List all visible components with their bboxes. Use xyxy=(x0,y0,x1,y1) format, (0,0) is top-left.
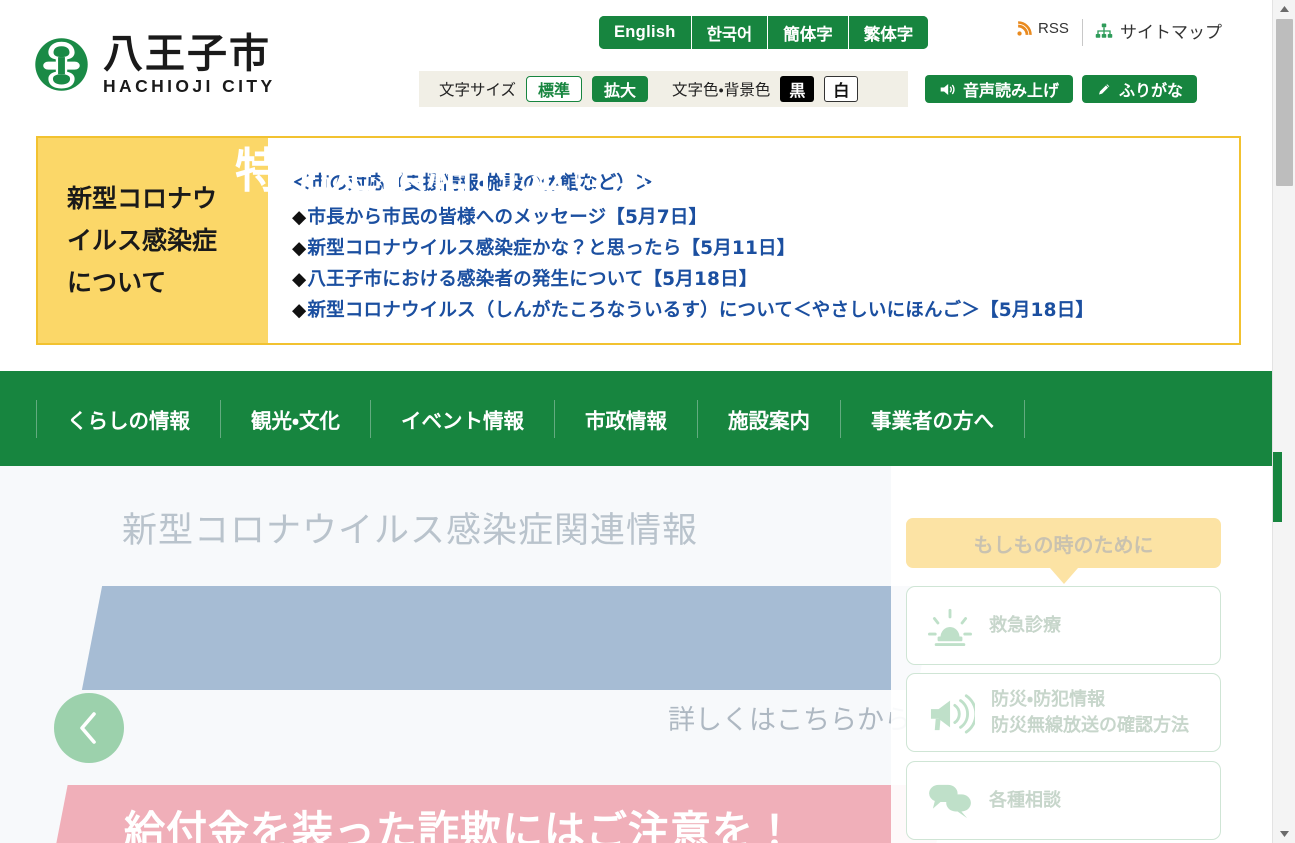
covid-link-symptoms[interactable]: ◆新型コロナウイルス感染症かな？と思ったら【5月11日】 xyxy=(292,233,1239,264)
side-card-label: 救急診療 xyxy=(989,614,1061,636)
text-to-speech-button[interactable]: 音声読み上げ xyxy=(925,75,1074,103)
covid-link-easy-japanese[interactable]: ◆新型コロナウイルス（しんがたころなういるす）について＜やさしいにほんご＞【5月… xyxy=(292,295,1239,326)
font-size-large-button[interactable]: 拡大 xyxy=(592,76,649,102)
font-size-label: 文字サイズ xyxy=(439,81,517,99)
emergency-light-icon xyxy=(928,608,972,646)
language-switcher[interactable]: English 한국어 簡体字 繁体字 xyxy=(599,16,929,49)
side-card-consultation[interactable]: 各種相談 xyxy=(906,761,1221,840)
hero-title-main: 特別定額給付金 xyxy=(235,144,571,199)
side-card-disaster-info[interactable]: 防災・防犯情報 防災無線放送の確認方法 xyxy=(906,673,1221,752)
covid-link-mayor-message[interactable]: ◆市長から市民の皆様へのメッセージ【5月7日】 xyxy=(292,202,1239,233)
triangle-down-icon xyxy=(1280,831,1289,837)
hero-subtitle: 新型コロナウイルス感染症関連情報 xyxy=(122,511,699,551)
nav-item-jigyosha[interactable]: 事業者の方へ xyxy=(841,404,1024,434)
scroll-down-button[interactable] xyxy=(1273,825,1295,843)
language-button-korean[interactable]: 한국어 xyxy=(691,16,769,49)
language-button-english[interactable]: English xyxy=(599,16,692,49)
global-navigation: くらしの情報 観光・文化 イベント情報 市政情報 施設案内 事業者の方へ xyxy=(0,371,1272,466)
text-to-speech-label: 音声読み上げ xyxy=(963,81,1060,100)
hero-title: 特別定額給付金について xyxy=(235,132,702,201)
header-divider xyxy=(1082,19,1083,46)
hero-alert-text: 給付金を装った詐欺にはご注意を！ xyxy=(124,807,796,843)
color-scheme-white-button[interactable]: 白 xyxy=(824,76,859,102)
covid-link-label: 新型コロナウイルス（しんがたころなういるす）について＜やさしいにほんご＞【5月1… xyxy=(307,300,1095,321)
speaker-icon xyxy=(940,83,955,95)
city-crest-icon xyxy=(35,38,88,91)
color-scheme-black-button[interactable]: 黒 xyxy=(780,76,815,102)
hero-title-suffix: について xyxy=(571,156,703,195)
browser-viewport: 八王子市 HACHIOJI CITY English 한국어 簡体字 繁体字 R… xyxy=(0,0,1272,843)
sitemap-label: サイトマップ xyxy=(1120,23,1222,43)
bullet-diamond-icon: ◆ xyxy=(292,207,307,228)
nav-item-shisetsu[interactable]: 施設案内 xyxy=(698,404,840,434)
language-button-traditional-chinese[interactable]: 繁体字 xyxy=(848,16,929,49)
logo-japanese: 八王子市 xyxy=(103,31,271,77)
hero-title-band xyxy=(81,586,938,690)
rss-link[interactable]: RSS xyxy=(1016,20,1069,37)
sitemap-link[interactable]: サイトマップ xyxy=(1095,18,1222,43)
side-panel-heading-tail xyxy=(1050,568,1078,584)
scrollbar-thumb[interactable] xyxy=(1276,19,1293,186)
side-panel-heading: もしもの時のために xyxy=(973,532,1154,557)
nav-item-shisei[interactable]: 市政情報 xyxy=(555,404,697,434)
rss-label: RSS xyxy=(1038,20,1069,37)
covid-link-label: 八王子市における感染者の発生について【5月18日】 xyxy=(307,269,758,290)
bullet-diamond-icon: ◆ xyxy=(292,269,307,290)
covid-banner-title-box: 新型コロナウイルス感染症について xyxy=(38,138,268,343)
nav-item-event[interactable]: イベント情報 xyxy=(371,404,554,434)
language-button-simplified-chinese[interactable]: 簡体字 xyxy=(768,16,849,49)
page-root: 八王子市 HACHIOJI CITY English 한국어 簡体字 繁体字 R… xyxy=(0,0,1295,843)
nav-separator xyxy=(1023,399,1025,438)
vertical-scrollbar[interactable] xyxy=(1272,0,1295,843)
speech-bubbles-icon xyxy=(929,784,971,818)
carousel-prev-button[interactable] xyxy=(54,693,124,763)
color-scheme-label: 文字色・背景色 xyxy=(672,81,771,99)
triangle-up-icon xyxy=(1280,6,1289,12)
covid-banner-title: 新型コロナウイルス感染症について xyxy=(67,183,218,297)
nav-item-kanko-bunka[interactable]: 観光・文化 xyxy=(221,404,370,434)
side-card-label: 各種相談 xyxy=(989,789,1061,811)
hero-more-text: 詳しくはこちらから xyxy=(668,705,911,736)
furigana-label: ふりがな xyxy=(1119,81,1184,100)
scrollbar-position-marker xyxy=(1273,452,1282,522)
sitemap-icon xyxy=(1095,23,1113,38)
pencil-icon xyxy=(1099,83,1110,94)
furigana-button[interactable]: ふりがな xyxy=(1082,75,1198,103)
covid-link-label: 新型コロナウイルス感染症かな？と思ったら【5月11日】 xyxy=(307,238,796,259)
accessibility-toolbar: 文字サイズ 標準 拡大 文字色・背景色 黒 白 xyxy=(419,71,908,107)
bullet-diamond-icon: ◆ xyxy=(292,300,307,321)
side-card-emergency-care[interactable]: 救急診療 xyxy=(906,586,1221,665)
nav-item-kurashi[interactable]: くらしの情報 xyxy=(37,404,220,434)
covid-link-label: 市長から市民の皆様へのメッセージ【5月7日】 xyxy=(307,207,708,228)
site-logo[interactable]: 八王子市 HACHIOJI CITY xyxy=(33,34,276,96)
side-card-label: 防災・防犯情報 防災無線放送の確認方法 xyxy=(991,688,1189,736)
chevron-left-icon xyxy=(80,712,96,744)
covid-link-cases[interactable]: ◆八王子市における感染者の発生について【5月18日】 xyxy=(292,264,1239,295)
logo-wordmark: 八王子市 HACHIOJI CITY xyxy=(103,34,276,96)
site-header: 八王子市 HACHIOJI CITY English 한국어 簡体字 繁体字 R… xyxy=(0,0,1272,123)
font-size-standard-button[interactable]: 標準 xyxy=(526,76,583,102)
bullet-diamond-icon: ◆ xyxy=(292,238,307,259)
rss-icon xyxy=(1017,21,1032,36)
logo-english: HACHIOJI CITY xyxy=(103,76,276,96)
global-nav-list: くらしの情報 観光・文化 イベント情報 市政情報 施設案内 事業者の方へ xyxy=(36,399,1025,438)
scroll-up-button[interactable] xyxy=(1273,0,1295,18)
side-panel-heading-box: もしもの時のために xyxy=(906,518,1221,568)
megaphone-icon xyxy=(930,693,975,734)
